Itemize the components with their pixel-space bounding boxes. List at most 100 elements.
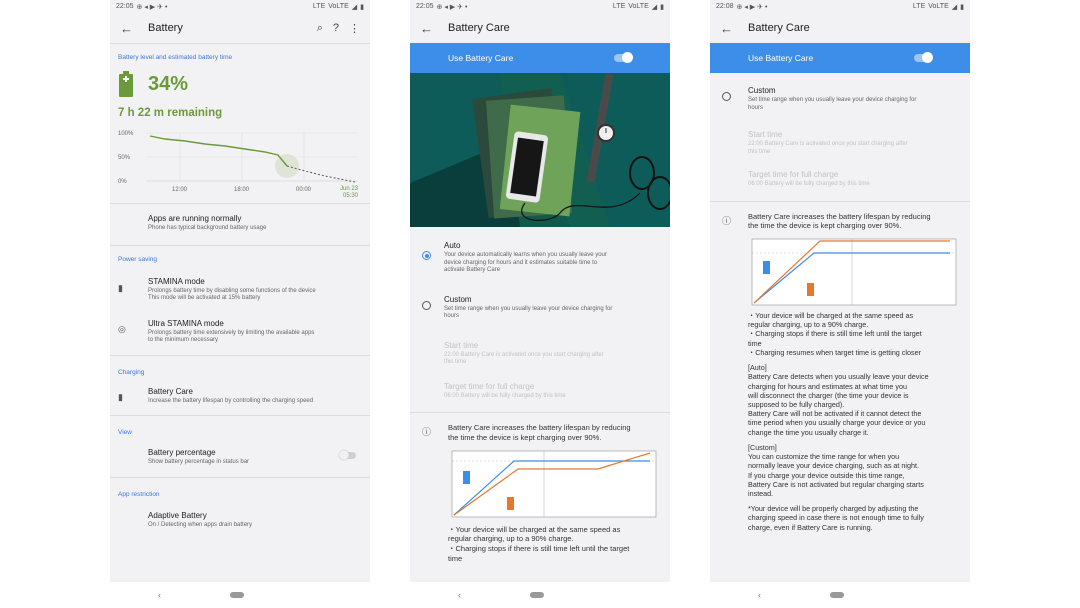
- app-bar: ← Battery Care: [410, 13, 670, 43]
- page-title: Battery: [148, 22, 183, 34]
- battery-care-icon: ▮: [118, 391, 123, 402]
- auto-line: time period when you usually charge your…: [748, 418, 926, 428]
- use-battery-care-bar[interactable]: Use Battery Care: [710, 43, 970, 73]
- note-line: *Your device will be properly charged by…: [748, 504, 919, 514]
- stamina-sub: Prolongs battery time by disabling some …: [148, 288, 362, 303]
- start-time-sub: 22:00 Battery Care is activated once you…: [748, 141, 962, 156]
- bullet-line: ・Charging stops if there is still time l…: [748, 329, 922, 339]
- start-time-item[interactable]: Start time 22:00 Battery Care is activat…: [710, 112, 970, 156]
- notification-icons: ⊕ ◂ ▶ ✈ •: [736, 3, 768, 11]
- auto-sub-line2: device charging for hours and it estimat…: [444, 259, 598, 266]
- volte-label: VoLTE: [328, 3, 349, 10]
- x-tick: 12:00: [172, 187, 188, 193]
- apps-running-title: Apps are running normally: [148, 214, 242, 223]
- adaptive-battery-sub: On / Detecting when apps drain battery: [148, 521, 253, 528]
- custom-line: Battery Care is not activated but regula…: [748, 479, 924, 489]
- target-time-item[interactable]: Target time for full charge 06:00 Batter…: [410, 367, 670, 413]
- target-time-title: Target time for full charge: [748, 170, 839, 179]
- apps-running-sub: Phone has typical background battery usa…: [148, 225, 267, 231]
- home-pill-icon[interactable]: [830, 592, 844, 598]
- stamina-sub-line2: This mode will be activated at 15% batte…: [148, 295, 261, 301]
- more-options-icon[interactable]: ⋮: [349, 22, 360, 35]
- x-tick: 18:00: [234, 187, 250, 193]
- page-title: Battery Care: [748, 22, 810, 34]
- use-battery-care-label: Use Battery Care: [448, 53, 514, 63]
- battery-percentage-sub: Show battery percentage in status bar: [148, 459, 250, 465]
- battery-icon: ▮: [960, 3, 964, 11]
- page-title: Battery Care: [448, 22, 510, 34]
- nav-bar: ‹: [110, 582, 370, 608]
- home-pill-icon[interactable]: [230, 592, 244, 598]
- bullet-line: regular charging, up to a 90% charge.: [448, 534, 574, 544]
- battery-care-title: Battery Care: [148, 386, 193, 396]
- volte-label: VoLTE: [628, 3, 649, 10]
- custom-radio[interactable]: [422, 300, 431, 310]
- ultra-stamina-title: Ultra STAMINA mode: [148, 318, 224, 328]
- custom-radio[interactable]: [722, 92, 731, 101]
- battery-percentage-item[interactable]: Battery percentage Show battery percenta…: [110, 436, 370, 477]
- use-battery-care-toggle[interactable]: [914, 52, 933, 63]
- help-icon[interactable]: ?: [333, 22, 339, 35]
- auto-line: Battery Care detects when you usually le…: [748, 372, 929, 382]
- back-arrow-icon[interactable]: ←: [720, 21, 736, 36]
- custom-line: If you charge your device outside this t…: [748, 470, 905, 480]
- ultra-sub-line2: to the minimum necessary: [148, 337, 219, 343]
- custom-title: Custom: [444, 294, 472, 304]
- battery-percentage-toggle[interactable]: [339, 450, 356, 460]
- info-block: ⓘ Battery Care increases the battery lif…: [710, 202, 970, 232]
- target-time-sub: 06:00 Battery will be fully charged by t…: [748, 181, 870, 187]
- back-nav-icon[interactable]: ‹: [758, 590, 761, 600]
- back-arrow-icon[interactable]: ←: [420, 21, 436, 36]
- info-icon: ⓘ: [722, 215, 732, 226]
- custom-option[interactable]: Custom Set time range when you usually l…: [410, 275, 670, 321]
- info-text: Battery Care increases the battery lifes…: [748, 212, 962, 232]
- use-battery-care-toggle[interactable]: [614, 52, 633, 63]
- y-tick: 0%: [118, 179, 127, 185]
- auto-option[interactable]: Auto Your device automatically learns wh…: [410, 227, 670, 275]
- info-icon: ⓘ: [422, 427, 432, 437]
- section-header-app-restriction: App restriction: [118, 490, 160, 498]
- info-block: ⓘ Battery Care increases the battery lif…: [410, 413, 670, 443]
- stamina-title: STAMINA mode: [148, 276, 205, 286]
- ultra-stamina-icon: ◎: [118, 323, 126, 334]
- start-sub-line1: 22:00 Battery Care is activated once you…: [748, 141, 908, 147]
- auto-sub-line3: activate Battery Care: [444, 267, 501, 273]
- info-line1: Battery Care increases the battery lifes…: [448, 423, 631, 432]
- home-pill-icon[interactable]: [530, 592, 544, 598]
- battery-care-detail-screen: 22:08 ⊕ ◂ ▶ ✈ • LTE VoLTE ◢ ▮ ← Battery Care…: [710, 0, 970, 582]
- bullet-line: ・Your device will be charged at the same…: [448, 524, 621, 534]
- app-bar: ← Battery ⌕ ? ⋮: [110, 13, 370, 43]
- orange-battery-icon: [807, 283, 814, 296]
- ultra-stamina-item[interactable]: ◎ Ultra STAMINA mode Prolongs battery ti…: [110, 303, 370, 355]
- section-header-charging: Charging: [118, 368, 145, 376]
- back-arrow-icon[interactable]: ←: [120, 21, 136, 36]
- info-line1: Battery Care increases the battery lifes…: [748, 211, 931, 221]
- target-time-title: Target time for full charge: [444, 381, 535, 391]
- bullet-line: regular charging, up to a 90% charge.: [748, 320, 869, 330]
- battery-icon: ▮: [360, 3, 364, 11]
- status-bar: 22:05 ⊕ ◂ ▶ ✈ • LTE VoLTE ◢ ▮: [410, 0, 670, 13]
- auto-radio[interactable]: [422, 251, 431, 260]
- nav-bar: ‹: [710, 582, 970, 608]
- volte-label: VoLTE: [928, 3, 949, 10]
- apps-running-item[interactable]: Apps are running normally Phone has typi…: [110, 204, 370, 245]
- stamina-mode-item[interactable]: ▮ STAMINA mode Prolongs battery time by …: [110, 263, 370, 303]
- adaptive-battery-item[interactable]: Adaptive Battery On / Detecting when app…: [110, 498, 370, 530]
- custom-sub: Set time range when you usually leave yo…: [444, 306, 662, 321]
- target-time-item[interactable]: Target time for full charge 06:00 Batter…: [710, 156, 970, 201]
- battery-level-icon: [119, 71, 133, 97]
- start-sub-line1: 22:00 Battery Care is activated once you…: [444, 351, 604, 358]
- start-time-item[interactable]: Start time 22:00 Battery Care is activat…: [410, 321, 670, 367]
- back-nav-icon[interactable]: ‹: [458, 590, 461, 600]
- battery-care-item[interactable]: ▮ Battery Care Increase the battery life…: [110, 376, 370, 416]
- ultra-sub-line1: Prolongs battery time extensively by lim…: [148, 329, 315, 336]
- custom-option[interactable]: Custom Set time range when you usually l…: [710, 73, 970, 112]
- back-nav-icon[interactable]: ‹: [158, 590, 161, 600]
- auto-line: change the time you usually charge it.: [748, 427, 869, 437]
- notification-icons: ⊕ ◂ ▶ ✈ •: [436, 3, 468, 11]
- use-battery-care-bar[interactable]: Use Battery Care: [410, 43, 670, 73]
- battery-care-sub: Increase the battery lifespan by control…: [148, 397, 314, 404]
- search-icon[interactable]: ⌕: [317, 22, 323, 35]
- bullet-line: ・Charging stops if there is still time l…: [448, 544, 630, 553]
- app-bar: ← Battery Care: [710, 13, 970, 43]
